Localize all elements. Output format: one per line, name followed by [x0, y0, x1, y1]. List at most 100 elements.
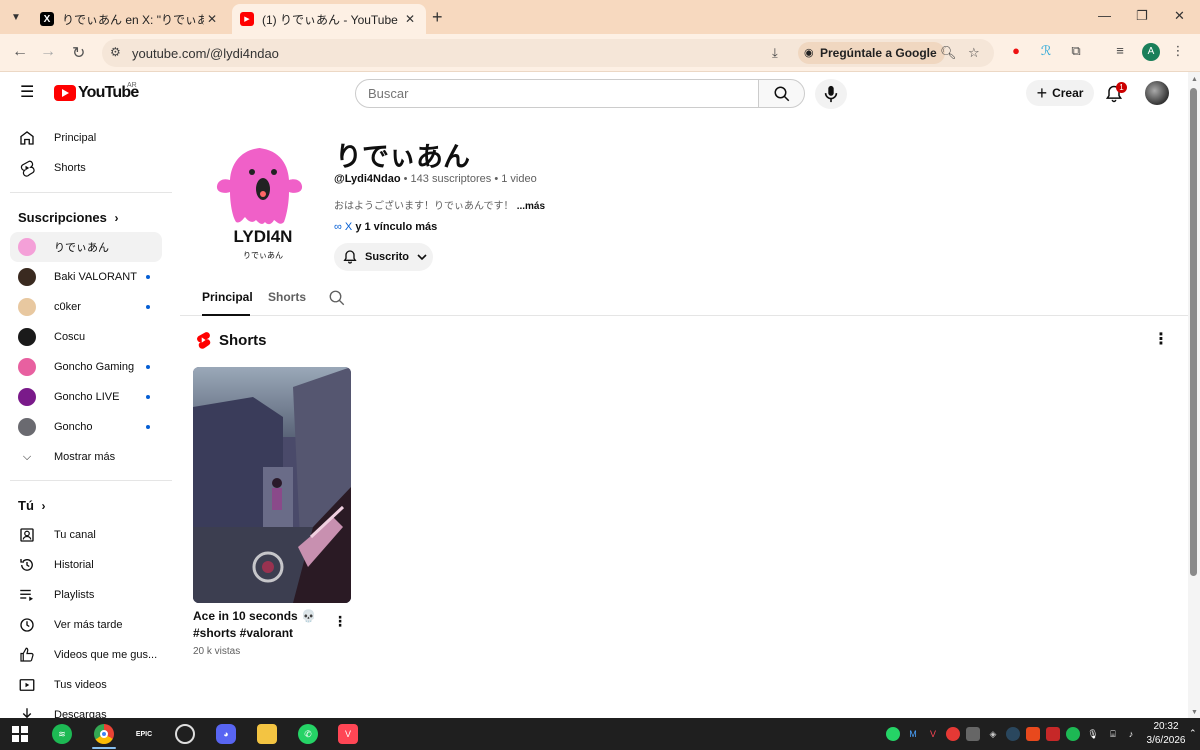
- forward-icon[interactable]: →: [40, 43, 56, 61]
- extensions-puzzle-icon[interactable]: ⧉: [1068, 43, 1084, 59]
- chrome-icon[interactable]: [94, 724, 114, 744]
- channel-links[interactable]: ∞ X y 1 vínculo más: [334, 221, 437, 233]
- tray-valorant-icon[interactable]: V: [926, 727, 940, 741]
- browser-menu-icon[interactable]: ⋮: [1170, 43, 1186, 59]
- tray-malwarebytes-icon[interactable]: M: [906, 727, 920, 741]
- bookmark-star-icon[interactable]: ☆: [968, 45, 980, 61]
- sidebar-item-ver-mas-tarde[interactable]: Ver más tarde: [10, 610, 162, 640]
- restore-icon[interactable]: ❐: [1136, 8, 1148, 24]
- channel-description[interactable]: おはようございます！りでぃあんです！ ...más: [334, 197, 545, 212]
- sidebar-item-videos-que-me-gustan[interactable]: Videos que me gus...: [10, 640, 162, 670]
- notifications-chevron-icon[interactable]: ⌃: [1189, 728, 1197, 739]
- translate-extension-icon[interactable]: ℛ: [1038, 43, 1054, 59]
- voice-search-button[interactable]: [815, 79, 847, 109]
- network-icon[interactable]: ⌸: [1106, 727, 1120, 741]
- tray-microphone-icon[interactable]: 🎙︎: [1086, 727, 1100, 741]
- close-window-icon[interactable]: ✕: [1174, 8, 1185, 24]
- your-videos-icon: [19, 679, 35, 691]
- browser-tab-youtube[interactable]: ▶ (1) りでぃあん - YouTube ✕: [232, 4, 426, 34]
- volume-icon[interactable]: ♪: [1124, 727, 1138, 741]
- site-settings-icon[interactable]: ⚙: [110, 45, 121, 59]
- page-scrollbar[interactable]: ▲ ▼: [1188, 72, 1200, 718]
- spotify-icon[interactable]: ≋: [52, 724, 72, 744]
- like-icon: [20, 647, 34, 662]
- back-icon[interactable]: ←: [12, 43, 28, 61]
- zoom-icon[interactable]: 🔍︎: [940, 45, 957, 61]
- sidebar-item-tu-canal[interactable]: Tu canal: [10, 520, 162, 550]
- subscription-item[interactable]: Goncho: [10, 412, 162, 442]
- create-button[interactable]: + Crear: [1026, 80, 1094, 106]
- reload-icon[interactable]: ↻: [72, 43, 85, 63]
- search-icon: [774, 86, 789, 101]
- tray-steam-icon[interactable]: [1006, 727, 1020, 741]
- sidebar-item-shorts[interactable]: Shorts: [10, 153, 162, 183]
- scroll-down-arrow-icon[interactable]: ▼: [1191, 709, 1198, 716]
- browser-profile-avatar[interactable]: A: [1142, 43, 1160, 61]
- subscription-item[interactable]: Coscu: [10, 322, 162, 352]
- close-tab-icon[interactable]: ✕: [402, 12, 418, 26]
- scroll-thumb[interactable]: [1190, 88, 1197, 576]
- install-app-icon[interactable]: ⤓: [772, 45, 778, 61]
- account-avatar[interactable]: [1145, 81, 1169, 105]
- subscription-item[interactable]: Baki VALORANT: [10, 262, 162, 292]
- subscription-item[interactable]: c0ker: [10, 292, 162, 322]
- opera-extension-icon[interactable]: ●: [1008, 43, 1024, 59]
- show-more-button[interactable]: ⌵ Mostrar más: [10, 442, 162, 472]
- search-button[interactable]: [758, 79, 805, 108]
- sidebar-item-playlists[interactable]: Playlists: [10, 580, 162, 610]
- new-tab-button[interactable]: +: [432, 8, 443, 26]
- new-content-dot: [146, 305, 150, 309]
- short-more-options-icon[interactable]: ⋮: [333, 614, 347, 628]
- tab-principal[interactable]: Principal: [202, 290, 253, 304]
- tray-app-icon[interactable]: [1046, 727, 1060, 741]
- valorant-icon[interactable]: V: [338, 724, 358, 744]
- sidebar-item-tus-videos[interactable]: Tus videos: [10, 670, 162, 700]
- ask-google-button[interactable]: ◉ Pregúntale a Google: [798, 42, 945, 64]
- subscription-item[interactable]: りでぃあん: [10, 232, 162, 262]
- sidebar-item-principal[interactable]: Principal: [10, 123, 162, 153]
- description-more-link[interactable]: ...más: [517, 201, 545, 212]
- short-thumbnail[interactable]: [193, 367, 351, 603]
- more-links-text[interactable]: y 1 vínculo más: [355, 221, 437, 233]
- obs-icon[interactable]: [175, 724, 195, 744]
- subscription-item[interactable]: Goncho LIVE: [10, 382, 162, 412]
- search-input[interactable]: [355, 79, 759, 108]
- home-icon: [20, 131, 34, 145]
- tab-shorts[interactable]: Shorts: [268, 290, 306, 304]
- tray-app-icon[interactable]: [1026, 727, 1040, 741]
- tray-spotify-icon[interactable]: [1066, 727, 1080, 741]
- windows-start-icon[interactable]: [10, 724, 30, 744]
- subscription-avatar: [18, 238, 36, 256]
- subscription-avatar: [18, 358, 36, 376]
- create-label: Crear: [1052, 86, 1084, 100]
- tray-whatsapp-icon[interactable]: [886, 727, 900, 741]
- short-title[interactable]: Ace in 10 seconds 💀 #shorts #valorant: [193, 608, 323, 642]
- youtube-logo[interactable]: YouTube AR: [54, 82, 139, 102]
- discord-icon[interactable]: ◕: [216, 724, 236, 744]
- tray-record-icon[interactable]: [946, 727, 960, 741]
- whatsapp-icon[interactable]: ✆: [298, 724, 318, 744]
- system-clock[interactable]: 20:32 3/6/2026: [1146, 720, 1186, 748]
- tray-controller-icon[interactable]: ◈: [986, 727, 1000, 741]
- subscriptions-heading[interactable]: Suscripciones ›: [18, 210, 119, 225]
- tray-app-icon[interactable]: [966, 727, 980, 741]
- shelf-more-options-icon[interactable]: ⋮: [1153, 331, 1169, 349]
- x-link[interactable]: X: [345, 221, 352, 233]
- media-controls-icon[interactable]: ≡: [1112, 43, 1128, 59]
- file-explorer-icon[interactable]: [257, 724, 277, 744]
- subscribed-button[interactable]: Suscrito: [334, 243, 433, 271]
- channel-search-icon[interactable]: [328, 289, 346, 307]
- guide-menu-icon[interactable]: ☰: [20, 85, 34, 101]
- tab-search-chevron-icon[interactable]: ▼: [6, 7, 26, 27]
- sidebar-item-descargas[interactable]: Descargas: [10, 700, 162, 718]
- close-tab-icon[interactable]: ✕: [204, 12, 220, 26]
- scroll-up-arrow-icon[interactable]: ▲: [1191, 76, 1198, 83]
- address-bar[interactable]: ⚙ youtube.com/@lydi4ndao ⤓ ◉ Pregúntale …: [102, 39, 994, 67]
- channel-avatar[interactable]: LYDI4N りでぃあん: [196, 132, 330, 266]
- minimize-icon[interactable]: —: [1098, 8, 1111, 23]
- browser-tab-x[interactable]: X りでぃあん en X: "りでぃあん初プレビ ✕: [32, 4, 228, 34]
- epic-games-icon[interactable]: EPIC: [134, 724, 154, 744]
- sidebar-item-historial[interactable]: Historial: [10, 550, 162, 580]
- subscription-item[interactable]: Goncho Gaming: [10, 352, 162, 382]
- you-heading[interactable]: Tú ›: [18, 498, 46, 513]
